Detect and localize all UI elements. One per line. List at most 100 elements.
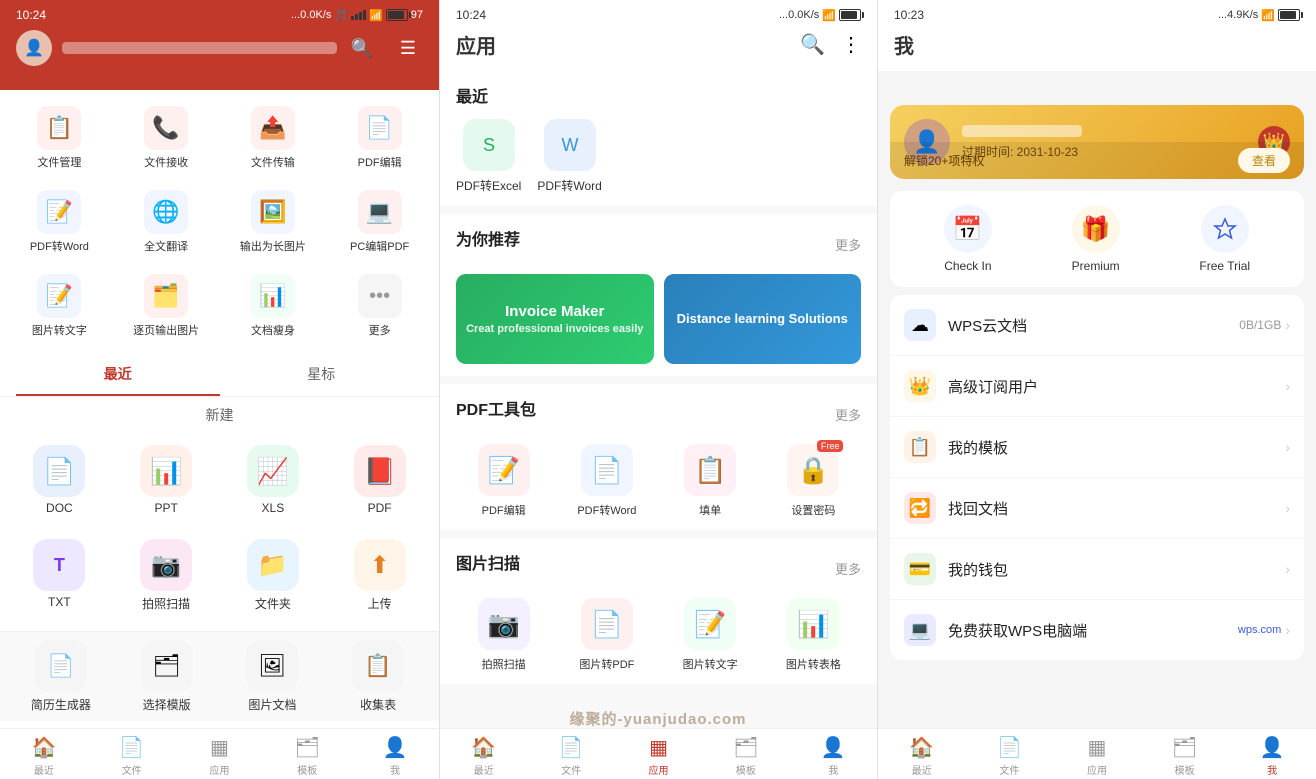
p1-tool-pc-edit[interactable]: 💻 PC编辑PDF bbox=[328, 182, 431, 262]
p2-tool-password[interactable]: 🔒 Free 设置密码 bbox=[766, 444, 861, 518]
p2-scan-img-txt[interactable]: 📝 图片转文字 bbox=[663, 598, 758, 672]
p3-menu-premium[interactable]: 👑 高级订阅用户 › bbox=[890, 356, 1304, 417]
p1-tool-img-txt[interactable]: 📝 图片转文字 bbox=[8, 266, 111, 346]
p2-nav-me[interactable]: 👤 我 bbox=[790, 735, 877, 777]
p2-recommended-header: 为你推荐 更多 bbox=[456, 226, 861, 262]
p1-tool-resume[interactable]: 📄 简历生成器 bbox=[8, 632, 114, 721]
p3-nav-me[interactable]: 👤 我 bbox=[1228, 735, 1316, 777]
p1-tool-file-recv[interactable]: 📞 文件接收 bbox=[115, 98, 218, 178]
p3-nav-file[interactable]: 📄 文件 bbox=[966, 735, 1054, 777]
p2-topbar: 应用 🔍 ⋮ bbox=[456, 30, 861, 67]
p3-action-checkin[interactable]: 📅 Check In bbox=[944, 205, 992, 273]
p2-nav-recent[interactable]: 🏠 最近 bbox=[440, 735, 527, 777]
p2-scan-img-tbl[interactable]: 📊 图片转表格 bbox=[766, 598, 861, 672]
p3-vip-card[interactable]: 👤 过期时间: 2031-10-23 👑 解锁20+项特权 查看 bbox=[890, 105, 1304, 179]
p1-nav-app-label: 应用 bbox=[209, 762, 229, 777]
panel1-header: 10:24 ...0.0K/s 🎵 📶 97 👤 bbox=[0, 0, 439, 90]
p1-create-ppt[interactable]: 📊 PPT bbox=[115, 437, 218, 523]
p1-nav-recent[interactable]: 🏠 最近 bbox=[0, 735, 88, 777]
p2-bt-icon: 📶 bbox=[822, 9, 836, 22]
p2-tool-fill[interactable]: 📋 填单 bbox=[663, 444, 758, 518]
p3-title: 我 bbox=[894, 36, 914, 58]
p2-pdf-tools-more[interactable]: 更多 bbox=[835, 405, 861, 424]
p3-menu-recover[interactable]: 🔁 找回文档 › bbox=[890, 478, 1304, 539]
p1-tool-file-trans[interactable]: 📤 文件传输 bbox=[222, 98, 325, 178]
p1-tool-collect[interactable]: 📋 收集表 bbox=[325, 632, 431, 721]
p3-menu-mytemplate[interactable]: 📋 我的模板 › bbox=[890, 417, 1304, 478]
p1-extra-txt[interactable]: T TXT bbox=[8, 531, 111, 620]
p2-recent-section: 最近 S PDF转Excel W PDF转Word bbox=[440, 71, 877, 206]
p3-menu-wallet[interactable]: 💳 我的钱包 › bbox=[890, 539, 1304, 600]
p1-tool-translate[interactable]: 🌐 全文翻译 bbox=[115, 182, 218, 262]
p1-create-pdf[interactable]: 📕 PDF bbox=[328, 437, 431, 523]
p1-tool-label-7: PC编辑PDF bbox=[350, 238, 409, 254]
p1-nav-file[interactable]: 📄 文件 bbox=[88, 735, 176, 777]
p2-recommended-more[interactable]: 更多 bbox=[835, 235, 861, 254]
p3-nav-recent-icon: 🏠 bbox=[909, 735, 934, 760]
p1-avatar[interactable]: 👤 bbox=[16, 30, 52, 66]
p1-tool-file-mgmt[interactable]: 📋 文件管理 bbox=[8, 98, 111, 178]
p2-more-icon[interactable]: ⋮ bbox=[841, 32, 861, 57]
p1-tool-more[interactable]: ••• 更多 bbox=[328, 266, 431, 346]
p1-tab-starred[interactable]: 星标 bbox=[220, 354, 424, 396]
p3-nav-app[interactable]: ▦ 应用 bbox=[1053, 735, 1141, 777]
p1-tool-label-8: 图片转文字 bbox=[32, 322, 87, 338]
p1-status-bar: 10:24 ...0.0K/s 🎵 📶 97 bbox=[16, 8, 423, 22]
p2-nav-app[interactable]: ▦ 应用 bbox=[615, 735, 702, 777]
p1-tool-longimg[interactable]: 🖼️ 输出为长图片 bbox=[222, 182, 325, 262]
p1-section-tabs: 最近 星标 bbox=[0, 354, 439, 397]
p3-cloud-label: WPS云文档 bbox=[948, 315, 1239, 336]
p1-tool-slim[interactable]: 📊 文档瘦身 bbox=[222, 266, 325, 346]
p1-tab-recent[interactable]: 最近 bbox=[16, 354, 220, 396]
p2-recent-item-1-label: PDF转Word bbox=[537, 177, 601, 194]
p3-nav-template[interactable]: 🗂 模板 bbox=[1141, 735, 1229, 777]
p2-scan-photo-label: 拍照扫描 bbox=[482, 656, 526, 672]
p2-nav-file[interactable]: 📄 文件 bbox=[527, 735, 614, 777]
p3-premium-chevron: › bbox=[1285, 378, 1290, 394]
p3-nav-me-label: 我 bbox=[1267, 762, 1277, 777]
p1-nav-me[interactable]: 👤 我 bbox=[351, 735, 439, 777]
p2-banner-learning[interactable]: Distance learning Solutions bbox=[664, 274, 862, 364]
p1-tool-imgdoc[interactable]: 🖼 图片文档 bbox=[220, 632, 326, 721]
p3-action-premium[interactable]: 🎁 Premium bbox=[1072, 205, 1120, 273]
p1-tool-pdf-word[interactable]: 📝 PDF转Word bbox=[8, 182, 111, 262]
p2-scan-row: 📷 拍照扫描 📄 图片转PDF 📝 图片转文字 📊 图片转表格 bbox=[456, 598, 861, 672]
p2-img-txt-label: 图片转文字 bbox=[683, 656, 738, 672]
p3-menu-desktop[interactable]: 💻 免费获取WPS电脑端 wps.com › bbox=[890, 600, 1304, 660]
p2-search-icon[interactable]: 🔍 bbox=[800, 32, 825, 57]
p1-tool-pdf-edit[interactable]: 📄 PDF编辑 bbox=[328, 98, 431, 178]
p1-nav-app[interactable]: ▦ 应用 bbox=[176, 735, 264, 777]
p3-free-trial-label: Free Trial bbox=[1199, 259, 1250, 273]
p3-menu-cloud[interactable]: ☁ WPS云文档 0B/1GB › bbox=[890, 295, 1304, 356]
p3-unlock-text: 解锁20+项特权 bbox=[904, 152, 984, 169]
p2-recent-pdf-word[interactable]: W PDF转Word bbox=[537, 119, 601, 194]
p3-desktop-icon: 💻 bbox=[904, 614, 936, 646]
p3-view-button[interactable]: 查看 bbox=[1238, 148, 1290, 173]
p2-banner-invoice[interactable]: Invoice Maker Creat professional invoice… bbox=[456, 274, 654, 364]
p3-nav-recent[interactable]: 🏠 最近 bbox=[878, 735, 966, 777]
p2-pdf-tools-title: PDF工具包 bbox=[456, 396, 536, 420]
p1-extra-scan[interactable]: 📷 拍照扫描 bbox=[115, 531, 218, 620]
p1-username bbox=[62, 42, 337, 54]
p1-tool-template[interactable]: 🗂 选择模版 bbox=[114, 632, 220, 721]
p1-topbar: 👤 🔍 ☰ bbox=[16, 30, 423, 66]
p1-create-doc[interactable]: 📄 DOC bbox=[8, 437, 111, 523]
p1-nav-template[interactable]: 🗂 模板 bbox=[263, 735, 351, 777]
p2-scan-img-pdf[interactable]: 📄 图片转PDF bbox=[559, 598, 654, 672]
p1-extra-upload[interactable]: ⬆ 上传 bbox=[328, 531, 431, 620]
p2-tool-pdf-word[interactable]: 📄 PDF转Word bbox=[559, 444, 654, 518]
p1-search-icon[interactable]: 🔍 bbox=[347, 33, 377, 63]
p2-scan-photo[interactable]: 📷 拍照扫描 bbox=[456, 598, 551, 672]
p2-image-scan-more[interactable]: 更多 bbox=[835, 559, 861, 578]
p2-tool-pdf-edit[interactable]: 📝 PDF编辑 bbox=[456, 444, 551, 518]
p2-recent-pdf-excel[interactable]: S PDF转Excel bbox=[456, 119, 521, 194]
p1-tool-page-img[interactable]: 🗂️ 逐页输出图片 bbox=[115, 266, 218, 346]
p3-action-free-trial[interactable]: Free Trial bbox=[1199, 205, 1250, 273]
p1-create-xls[interactable]: 📈 XLS bbox=[222, 437, 325, 523]
p1-new-section-label: 新建 bbox=[0, 397, 439, 433]
p2-fill-icon: 📋 bbox=[684, 444, 736, 496]
p1-menu-icon[interactable]: ☰ bbox=[393, 33, 423, 63]
p1-extra-folder[interactable]: 📁 文件夹 bbox=[222, 531, 325, 620]
p2-banner-row: Invoice Maker Creat professional invoice… bbox=[456, 274, 861, 364]
p2-nav-template[interactable]: 🗂 模板 bbox=[702, 735, 789, 777]
